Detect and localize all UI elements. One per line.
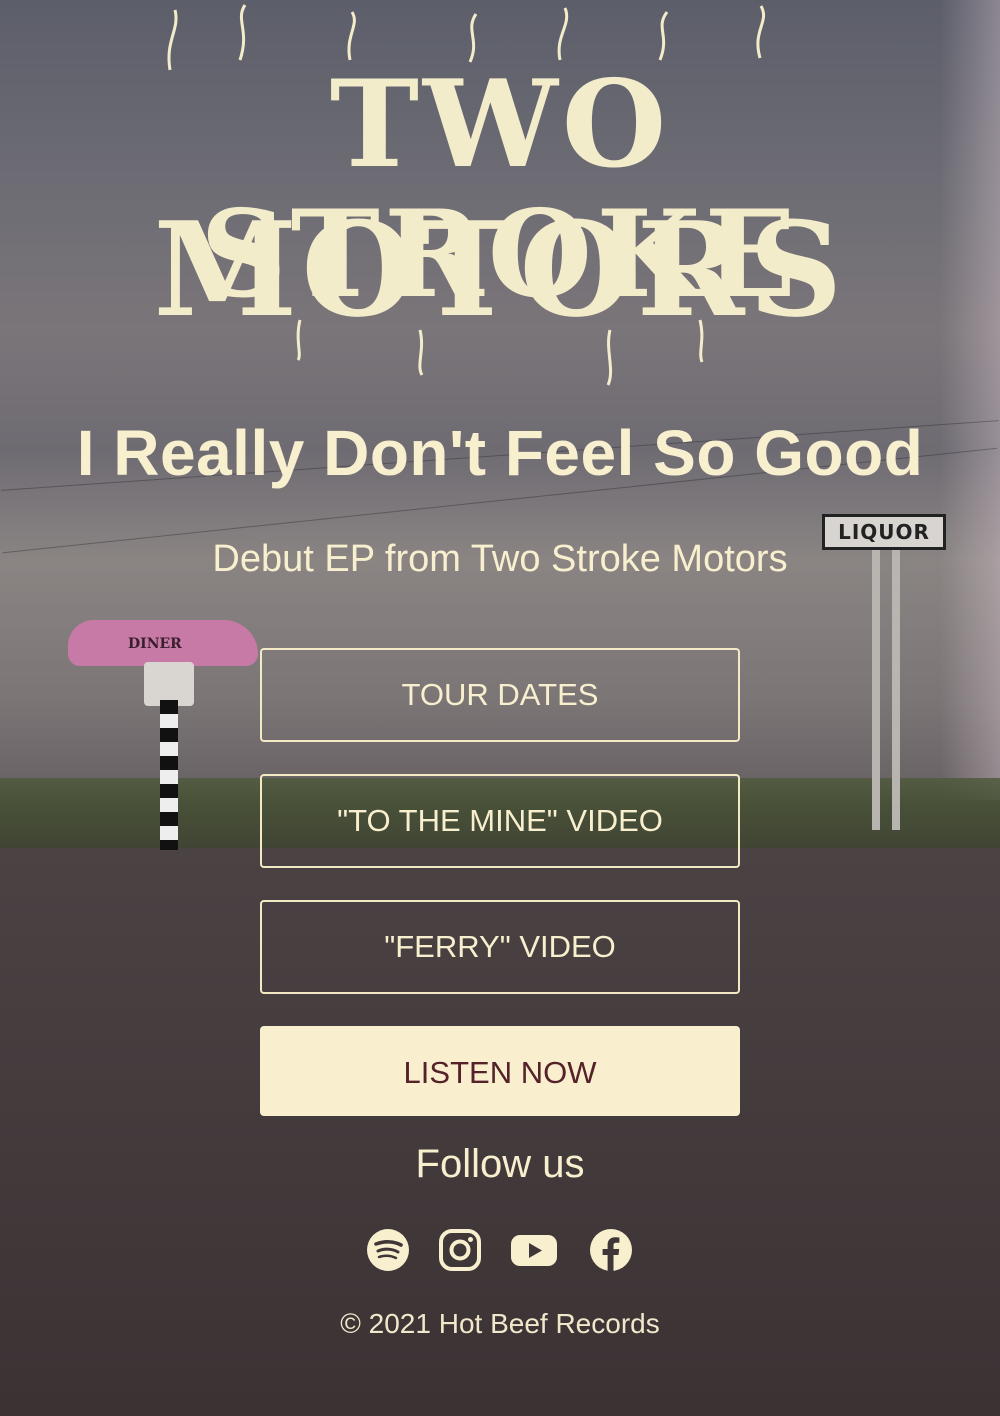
liquor-sign-pole — [872, 550, 880, 830]
follow-heading: Follow us — [415, 1142, 585, 1186]
logo-drips — [167, 4, 766, 386]
diner-sign-pole — [160, 700, 178, 850]
ferry-video-button[interactable]: "FERRY" VIDEO — [260, 900, 740, 994]
tour-dates-button[interactable]: TOUR DATES — [260, 648, 740, 742]
page-title: I Really Don't Feel So Good — [76, 417, 924, 489]
facebook-icon[interactable] — [589, 1228, 633, 1272]
liquor-sign-pole — [892, 550, 900, 830]
spotify-icon[interactable] — [366, 1228, 410, 1272]
footer-copyright: © 2021 Hot Beef Records — [340, 1308, 660, 1339]
page-subtitle: Debut EP from Two Stroke Motors — [212, 538, 788, 580]
background-glow — [940, 0, 1000, 800]
youtube-icon[interactable] — [510, 1228, 558, 1272]
to-the-mine-video-button[interactable]: "TO THE MINE" VIDEO — [260, 774, 740, 868]
instagram-icon[interactable] — [438, 1228, 482, 1272]
diner-sign-text: DINER — [128, 636, 182, 652]
listen-now-button[interactable]: LISTEN NOW — [260, 1026, 740, 1116]
